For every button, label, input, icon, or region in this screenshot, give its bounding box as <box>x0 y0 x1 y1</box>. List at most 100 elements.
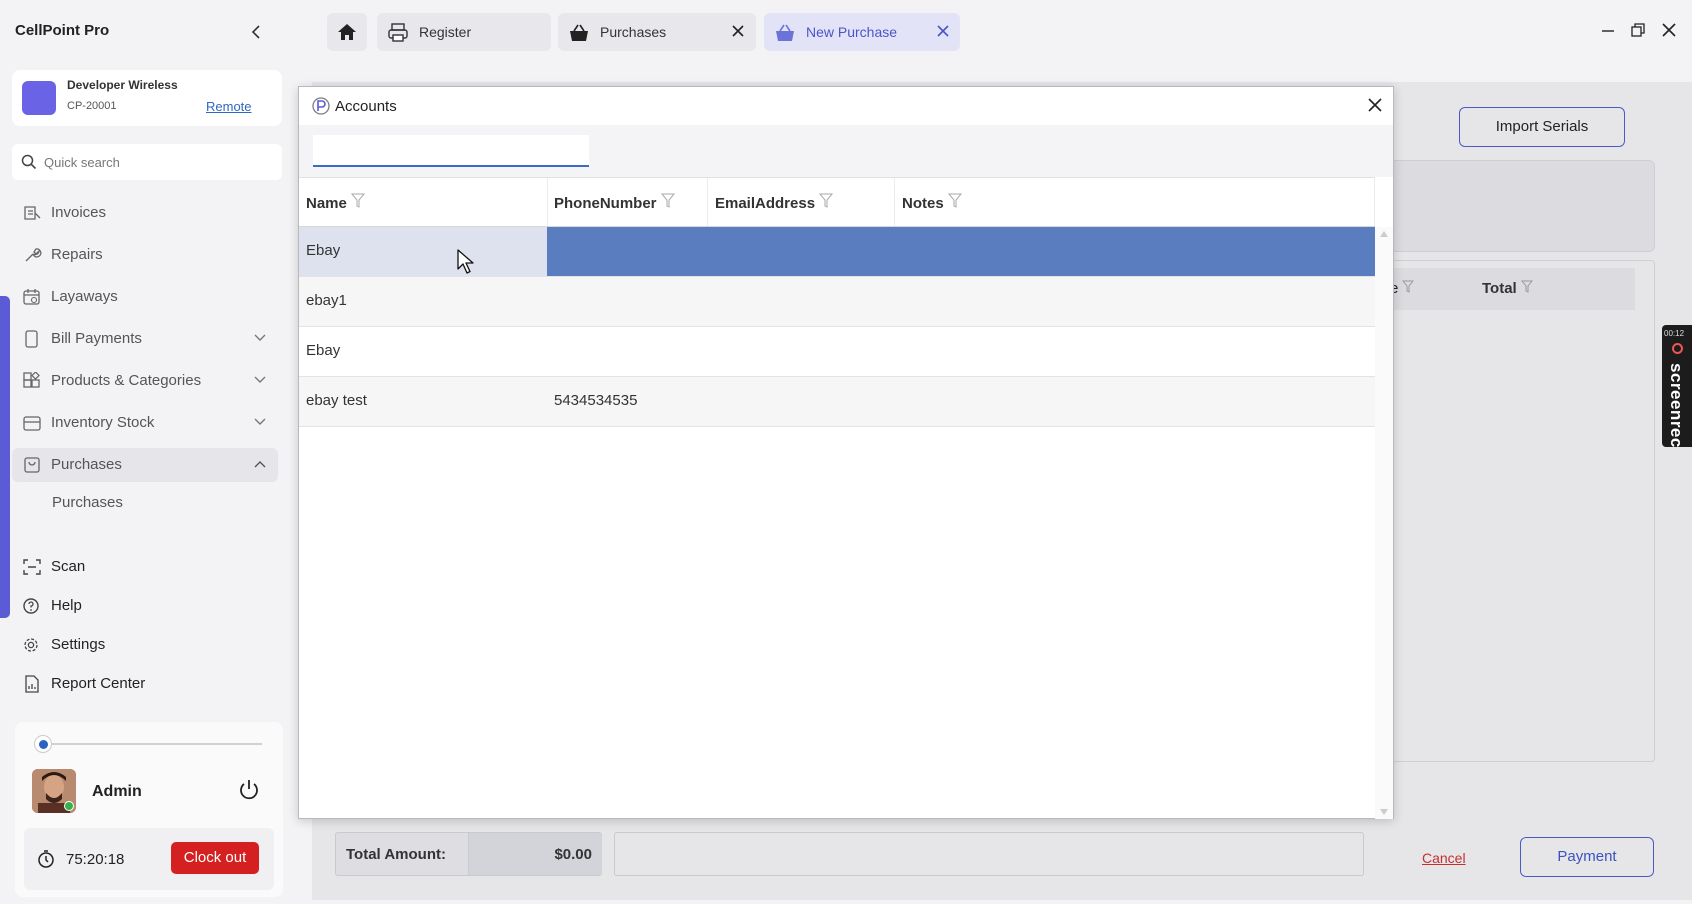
cell-name: ebay test <box>306 392 367 409</box>
total-amount-box: Total Amount: $0.00 <box>335 832 602 876</box>
cell-name: ebay1 <box>306 292 347 309</box>
basket-icon <box>774 23 796 43</box>
store-name: Developer Wireless <box>67 78 178 92</box>
tab-new-purchase[interactable]: New Purchase <box>764 13 960 51</box>
sidebar-item-inventory-stock[interactable]: Inventory Stock <box>12 406 278 440</box>
sidebar-item-label: Help <box>51 597 82 614</box>
invoice-icon <box>22 204 42 222</box>
payment-button[interactable]: Payment <box>1520 837 1654 877</box>
table-row[interactable]: ebay test 5434534535 <box>299 377 1375 427</box>
cancel-link[interactable]: Cancel <box>1422 850 1466 866</box>
recorder-label: screenrec <box>1667 363 1686 448</box>
purchase-info-panel <box>1390 160 1655 252</box>
cell-phone: 5434534535 <box>554 392 638 409</box>
sidebar-item-label: Inventory Stock <box>51 414 155 431</box>
sidebar-item-products-categories[interactable]: Products & Categories <box>12 364 278 398</box>
report-icon <box>22 675 42 693</box>
bill-icon <box>22 330 42 348</box>
sidebar-accent <box>0 296 10 618</box>
remote-link[interactable]: Remote <box>206 99 252 114</box>
sidebar-item-label: Repairs <box>51 246 103 263</box>
sidebar-item-label: Settings <box>51 636 106 653</box>
table-row[interactable]: ebay1 <box>299 277 1375 327</box>
accounts-search-input[interactable] <box>313 135 589 167</box>
dialog-header: Accounts <box>299 87 1393 125</box>
column-divider <box>1374 178 1375 226</box>
sidebar-item-repairs[interactable]: Repairs <box>12 238 278 272</box>
close-window-icon[interactable] <box>1661 22 1677 38</box>
store-card: Developer Wireless CP-20001 Remote <box>12 70 282 126</box>
avatar <box>32 769 76 813</box>
grid-icon <box>22 372 42 390</box>
quick-search[interactable] <box>12 144 282 180</box>
box-icon <box>22 414 42 432</box>
total-amount-label: Total Amount: <box>346 846 446 863</box>
row-selection-highlight <box>547 227 1375 276</box>
sidebar-item-label: Products & Categories <box>51 372 202 389</box>
accounts-grid-header: Name PhoneNumber EmailAddress Notes <box>299 177 1375 227</box>
grid-header-total[interactable]: Total <box>1482 280 1533 297</box>
home-icon <box>338 24 356 40</box>
screen-recorder-overlay[interactable]: 00:12 screenrec <box>1662 325 1692 448</box>
filter-icon <box>1520 280 1533 294</box>
close-icon[interactable] <box>936 24 950 38</box>
cell-name: Ebay <box>306 342 341 359</box>
column-header-email[interactable]: EmailAddress <box>715 193 834 212</box>
sidebar-item-label: Layaways <box>51 288 118 305</box>
close-icon[interactable] <box>1367 97 1383 113</box>
scroll-up-icon[interactable] <box>1380 231 1388 237</box>
collapse-sidebar-button[interactable] <box>248 22 266 42</box>
printer-icon <box>387 23 409 43</box>
search-icon <box>20 153 38 171</box>
sidebar-item-invoices[interactable]: Invoices <box>12 196 278 230</box>
filter-icon <box>660 193 675 209</box>
restore-icon[interactable] <box>1630 22 1646 38</box>
scan-icon <box>22 558 42 576</box>
sidebar-item-bill-payments[interactable]: Bill Payments <box>12 322 278 356</box>
chevron-up-icon <box>254 460 266 468</box>
quick-search-input[interactable] <box>44 152 264 172</box>
dialog-title: Accounts <box>335 98 397 115</box>
cell-name: Ebay <box>306 242 341 259</box>
sidebar-item-label: Report Center <box>51 675 146 692</box>
close-icon[interactable] <box>731 24 745 38</box>
app-title: CellPoint Pro <box>15 22 110 39</box>
column-header-notes[interactable]: Notes <box>902 193 962 212</box>
tab-purchases[interactable]: Purchases <box>558 13 756 51</box>
column-divider <box>707 178 708 226</box>
purchase-notes-field[interactable] <box>614 832 1364 876</box>
import-serials-button[interactable]: Import Serials <box>1459 107 1625 147</box>
column-header-phone[interactable]: PhoneNumber <box>554 193 675 212</box>
chevron-left-icon <box>251 25 260 39</box>
scroll-down-icon[interactable] <box>1380 809 1388 815</box>
store-logo <box>22 81 56 115</box>
tab-register[interactable]: Register <box>377 13 551 51</box>
total-amount-value: $0.00 <box>554 846 592 863</box>
accounts-dialog: Accounts Name PhoneNumber EmailAddress N… <box>298 86 1394 819</box>
sidebar-item-purchases[interactable]: Purchases <box>12 448 278 482</box>
column-header-name[interactable]: Name <box>306 193 365 212</box>
minimize-icon[interactable] <box>1600 22 1616 38</box>
calendar-icon <box>22 288 42 306</box>
total-amount-field: $0.00 <box>468 833 602 875</box>
home-tab[interactable] <box>327 13 367 51</box>
app-logo-icon <box>311 96 331 116</box>
sidebar-item-layaways[interactable]: Layaways <box>12 280 278 314</box>
clock-out-button[interactable]: Clock out <box>171 842 259 874</box>
power-icon[interactable] <box>237 778 261 802</box>
sidebar-item-scan[interactable]: Scan <box>12 550 278 584</box>
sidebar-subitem-purchases[interactable]: Purchases <box>52 494 123 511</box>
mouse-cursor-icon <box>457 249 475 275</box>
slider-knob[interactable] <box>34 735 52 753</box>
sidebar-item-settings[interactable]: Settings <box>12 628 278 662</box>
sidebar-item-label: Purchases <box>51 456 122 473</box>
wrench-icon <box>22 246 42 264</box>
filter-icon <box>350 193 365 209</box>
gear-icon <box>22 636 42 654</box>
purchase-items-grid <box>1390 260 1655 762</box>
sidebar-item-report-center[interactable]: Report Center <box>12 667 278 701</box>
sidebar-item-label: Scan <box>51 558 86 575</box>
vertical-scrollbar[interactable] <box>1375 227 1393 819</box>
table-row[interactable]: Ebay <box>299 327 1375 377</box>
sidebar-item-help[interactable]: Help <box>12 589 278 623</box>
